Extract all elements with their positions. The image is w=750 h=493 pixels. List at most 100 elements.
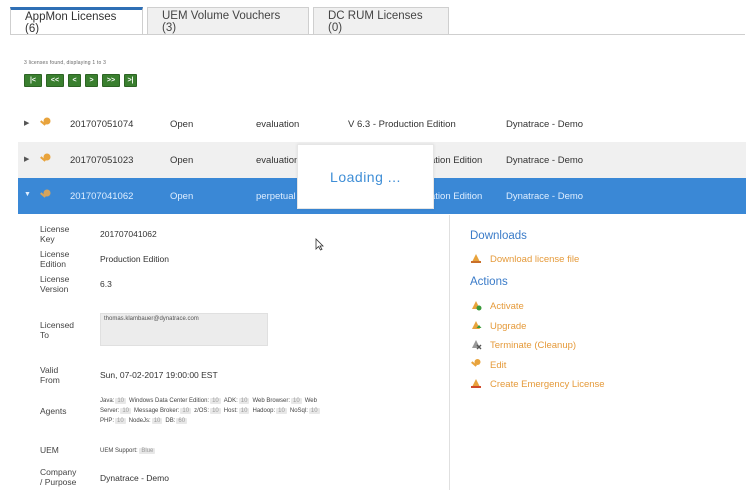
agent-name: Host:	[223, 408, 238, 414]
license-edition-value: Production Edition	[100, 254, 169, 264]
agent-name: DB:	[165, 418, 176, 424]
agent-entry: Web	[305, 398, 317, 404]
agent-entry: Java: 10	[100, 398, 127, 404]
agent-count: 10	[151, 418, 163, 424]
prev-fast-button[interactable]: <<	[46, 74, 64, 87]
agent-entry: NoSql: 10	[290, 408, 320, 414]
agent-count: 10	[276, 408, 287, 414]
agent-name: z/OS:	[194, 408, 210, 414]
agent-count: 10	[238, 408, 250, 414]
licensed-to-label: Licensed To	[40, 320, 75, 340]
expand-icon[interactable]: ▶	[24, 155, 29, 163]
agent-count: 10	[180, 408, 192, 414]
agent-entry: PHP: 10	[100, 418, 126, 424]
terminate-icon	[470, 338, 484, 352]
download-license-label: Download license file	[490, 253, 580, 265]
tab-label: UEM Volume Vouchers (3)	[162, 9, 281, 34]
expand-icon[interactable]: ▶	[24, 119, 29, 127]
pager-info: 3 licenses found, displaying 1 to 3	[24, 60, 107, 66]
edit-link[interactable]: Edit	[470, 358, 506, 372]
license-version: V 6.3 - Production Edition	[348, 119, 456, 130]
agent-count: 10	[210, 398, 221, 404]
key-icon	[38, 116, 52, 133]
license-key-label: License Key	[40, 224, 70, 244]
prev-page-button[interactable]: <	[68, 74, 81, 87]
loading-text: Loading ...	[330, 168, 401, 185]
agent-count: 10	[291, 398, 302, 404]
tab-appmon-licenses[interactable]: AppMon Licenses (6)	[10, 7, 143, 35]
actions-title: Actions	[470, 276, 508, 288]
license-edition-label: License Edition	[40, 249, 70, 269]
last-page-button[interactable]: >|	[124, 74, 137, 87]
agent-entry: Host: 10	[224, 408, 250, 414]
agent-name: NodeJs:	[128, 418, 151, 424]
license-version-value: 6.3	[100, 279, 112, 289]
create-emergency-license-label: Create Emergency License	[490, 378, 605, 390]
agent-entry: z/OS: 10	[194, 408, 221, 414]
loading-overlay: Loading ...	[297, 144, 434, 209]
license-version: ation Edition	[430, 191, 483, 202]
agent-name: Java:	[100, 398, 115, 404]
agent-count: 10	[238, 398, 250, 404]
terminate-link[interactable]: Terminate (Cleanup)	[470, 338, 576, 352]
license-customer: Dynatrace - Demo	[506, 155, 584, 166]
agent-name: PHP:	[100, 418, 115, 424]
agent-count: 60	[176, 418, 188, 424]
agent-entry: ADK: 10	[224, 398, 250, 404]
download-icon	[470, 252, 484, 266]
license-version: ation Edition	[430, 155, 483, 166]
license-details-panel: License Key 201707041062 License Edition P…	[22, 215, 450, 490]
pager: |< << < > >> >|	[24, 74, 137, 87]
license-type: evaluation	[256, 155, 300, 166]
licensed-to-field[interactable]: thomas.klambauer@dynatrace.com	[100, 313, 268, 346]
table-row[interactable]: ▶ 201707051074 Open evaluation V 6.3 - P…	[18, 106, 746, 142]
license-version-label: License Version	[40, 274, 70, 294]
upgrade-icon	[470, 319, 484, 333]
emergency-license-icon	[470, 377, 484, 391]
key-icon	[38, 188, 52, 205]
terminate-label: Terminate (Cleanup)	[490, 339, 577, 351]
tab-label: DC RUM Licenses (0)	[328, 9, 423, 34]
collapse-icon[interactable]: ▼	[24, 191, 31, 198]
agents-list: Java: 10 Windows Data Center Edition: 10 ADK…	[100, 396, 390, 426]
agent-name: Windows Data Center Edition:	[129, 398, 210, 404]
license-id: 201707041062	[70, 191, 134, 202]
agent-entry: Web Browser: 10	[252, 398, 302, 404]
license-status: Open	[170, 155, 194, 166]
key-icon	[38, 152, 52, 169]
activate-label: Activate	[490, 300, 524, 312]
agent-entry: Message Broker: 10	[134, 408, 192, 414]
license-status: Open	[170, 191, 194, 202]
company-value: Dynatrace - Demo	[100, 473, 169, 483]
upgrade-link[interactable]: Upgrade	[470, 319, 526, 333]
uem-support-value: Blue	[139, 448, 156, 454]
agent-name: Web	[304, 398, 317, 404]
agent-name: ADK:	[223, 398, 238, 404]
agent-entry: Server: 10	[100, 408, 132, 414]
agent-name: Web Browser:	[252, 398, 291, 404]
download-license-link[interactable]: Download license file	[470, 252, 579, 266]
agents-label: Agents	[40, 406, 67, 416]
next-page-button[interactable]: >	[85, 74, 98, 87]
license-id: 201707051023	[70, 155, 134, 166]
agent-count: 10	[120, 408, 132, 414]
uem-support: UEM Support: Blue	[100, 446, 156, 456]
next-fast-button[interactable]: >>	[102, 74, 120, 87]
key-icon	[470, 358, 484, 372]
agent-count: 10	[115, 418, 126, 424]
licensed-to-value: thomas.klambauer@dynatrace.com	[104, 316, 199, 322]
tab-dc-rum-licenses[interactable]: DC RUM Licenses (0)	[313, 7, 449, 35]
activate-link[interactable]: Activate	[470, 299, 524, 313]
agent-entry: NodeJs: 10	[129, 418, 163, 424]
downloads-title: Downloads	[470, 230, 527, 242]
agent-entry: Hadoop: 10	[252, 408, 287, 414]
first-page-button[interactable]: |<	[24, 74, 42, 87]
license-type: perpetual	[256, 191, 296, 202]
tab-uem-volume-vouchers[interactable]: UEM Volume Vouchers (3)	[147, 7, 309, 35]
valid-from-label: Valid From	[40, 365, 60, 385]
uem-support-label: UEM Support:	[100, 448, 138, 454]
activate-icon	[470, 299, 484, 313]
license-status: Open	[170, 119, 194, 130]
license-customer: Dynatrace - Demo	[506, 119, 584, 130]
create-emergency-license-link[interactable]: Create Emergency License	[470, 377, 605, 391]
